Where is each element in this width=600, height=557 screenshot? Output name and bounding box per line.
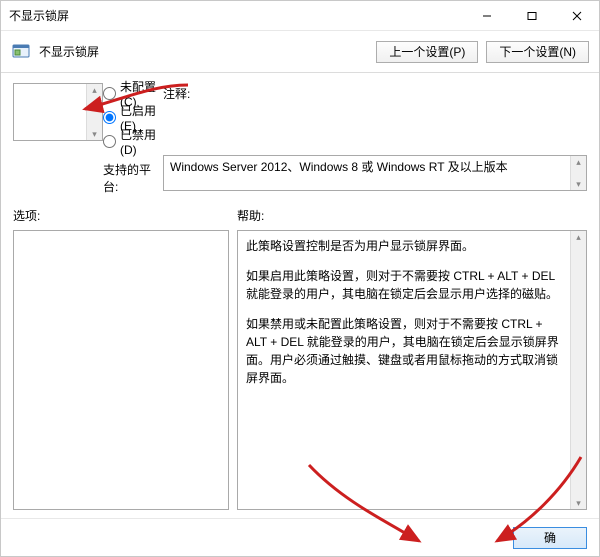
window-controls — [464, 1, 599, 31]
panel-labels: 选项: 帮助: — [13, 207, 587, 224]
window-title: 不显示锁屏 — [9, 7, 464, 24]
radio-not-configured[interactable]: 未配置(C) — [103, 83, 163, 103]
scrollbar[interactable]: ▴▾ — [86, 84, 102, 140]
supported-on-box: Windows Server 2012、Windows 8 或 Windows … — [163, 155, 587, 191]
prev-setting-button[interactable]: 上一个设置(P) — [376, 41, 478, 63]
supported-label: 支持的平台: — [103, 155, 163, 195]
scrollbar[interactable]: ▴▾ — [570, 156, 586, 190]
comment-label: 注释: — [163, 83, 587, 102]
radio-disabled-input[interactable] — [103, 135, 116, 148]
supported-on-text: Windows Server 2012、Windows 8 或 Windows … — [170, 160, 508, 174]
subheader: 不显示锁屏 上一个设置(P) 下一个设置(N) — [1, 31, 599, 73]
maximize-button[interactable] — [509, 1, 554, 31]
titlebar: 不显示锁屏 — [1, 1, 599, 31]
radio-enabled-input[interactable] — [103, 111, 116, 124]
scrollbar[interactable]: ▴▾ — [570, 231, 586, 509]
panels: 此策略设置控制是否为用户显示锁屏界面。 如果启用此策略设置，则对于不需要按 CT… — [13, 230, 587, 510]
options-label: 选项: — [13, 207, 237, 224]
help-panel: 此策略设置控制是否为用户显示锁屏界面。 如果启用此策略设置，则对于不需要按 CT… — [237, 230, 587, 510]
minimize-button[interactable] — [464, 1, 509, 31]
dialog-footer: 确 — [1, 518, 599, 556]
comment-textarea[interactable]: ▴▾ — [13, 83, 103, 141]
next-setting-button[interactable]: 下一个设置(N) — [486, 41, 589, 63]
policy-dialog: 不显示锁屏 不显示锁屏 上一个设置(P) 下一个设置(N) — [0, 0, 600, 557]
ok-button[interactable]: 确 — [513, 527, 587, 549]
radio-disabled-label: 已禁用(D) — [120, 126, 163, 157]
help-label: 帮助: — [237, 207, 264, 224]
policy-title: 不显示锁屏 — [39, 43, 368, 60]
help-paragraph: 如果禁用或未配置此策略设置，则对于不需要按 CTRL + ALT + DEL 就… — [246, 315, 566, 387]
close-button[interactable] — [554, 1, 599, 31]
help-paragraph: 如果启用此策略设置，则对于不需要按 CTRL + ALT + DEL 就能登录的… — [246, 267, 566, 303]
policy-icon — [11, 42, 31, 62]
radio-not-configured-input[interactable] — [103, 87, 116, 100]
options-panel — [13, 230, 229, 510]
dialog-body: 未配置(C) 注释: ▴▾ 已启用(E) 已禁用(D) 支持的平台: Windo — [1, 73, 599, 518]
help-paragraph: 此策略设置控制是否为用户显示锁屏界面。 — [246, 237, 566, 255]
radio-disabled[interactable]: 已禁用(D) — [103, 131, 163, 151]
config-grid: 未配置(C) 注释: ▴▾ 已启用(E) 已禁用(D) 支持的平台: Windo — [13, 83, 587, 195]
radio-enabled[interactable]: 已启用(E) — [103, 107, 163, 127]
